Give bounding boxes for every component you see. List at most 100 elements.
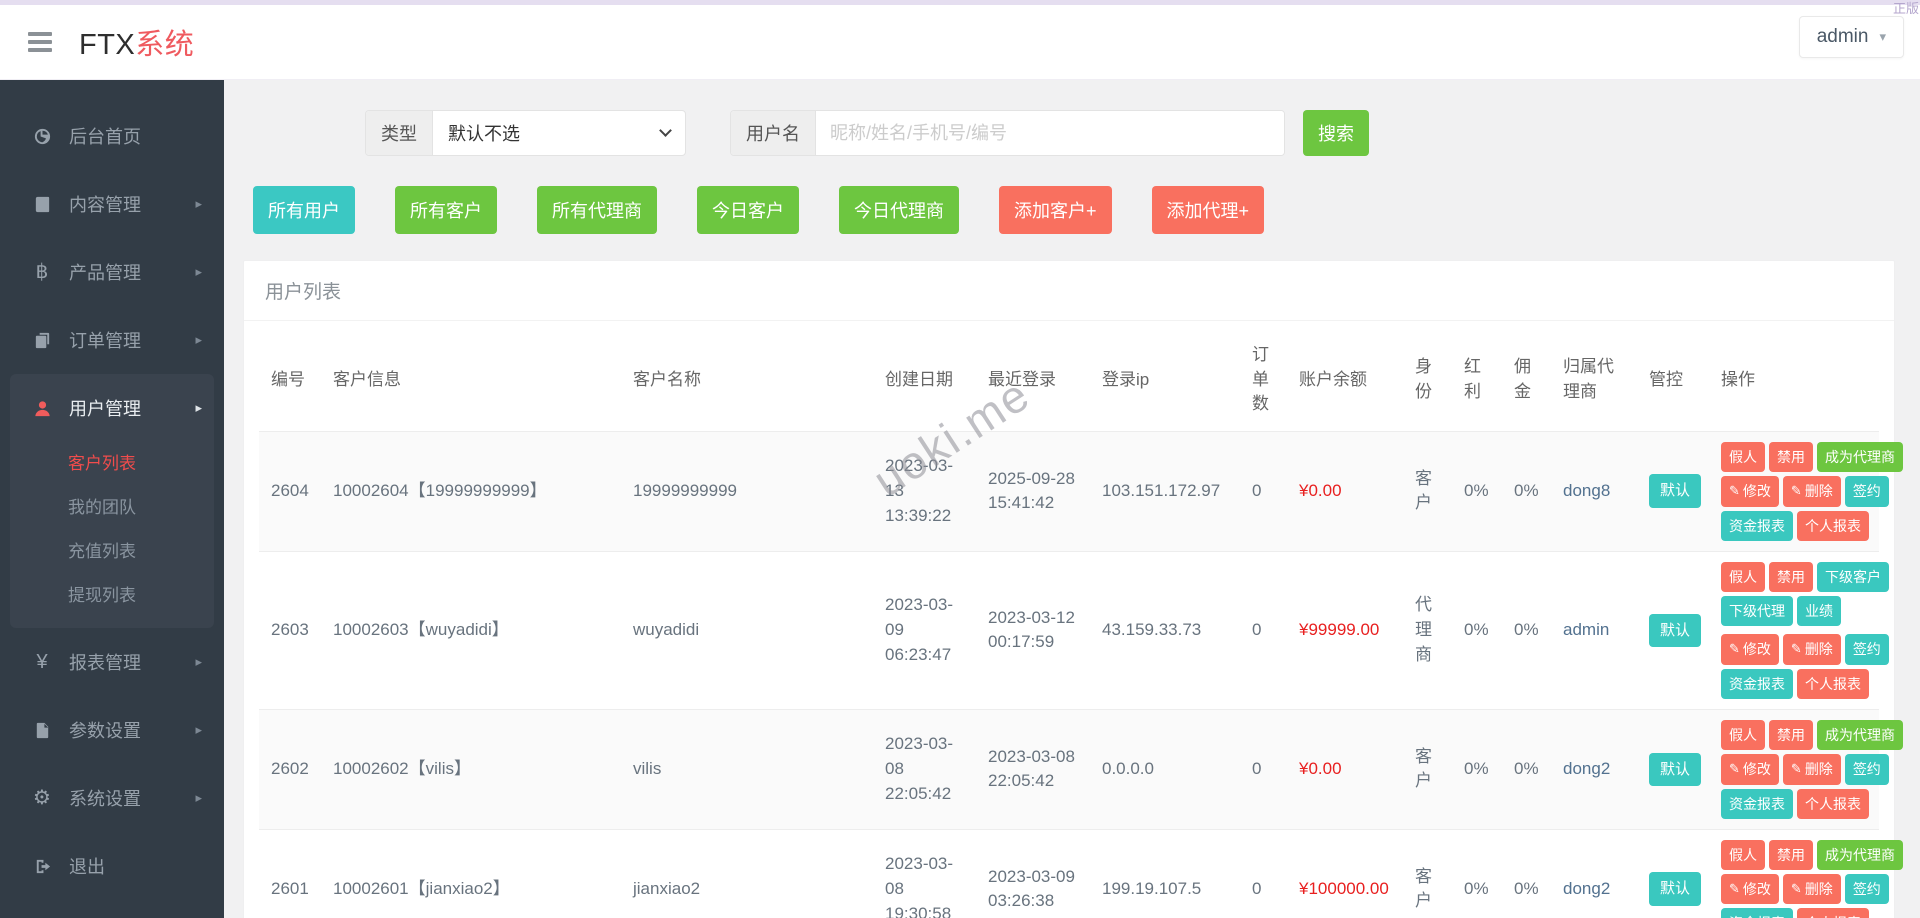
quick-action-button[interactable]: 所有代理商 [537, 186, 657, 234]
user-menu-button[interactable]: admin ▾ [1798, 16, 1904, 58]
op-button[interactable]: ✎ 删除 [1782, 874, 1841, 905]
quick-action-button[interactable]: 添加客户+ [999, 186, 1112, 234]
op-button[interactable]: ✎ 删除 [1782, 634, 1841, 665]
op-button[interactable]: 签约 [1844, 634, 1889, 665]
app-logo[interactable]: FTX系统 [79, 21, 194, 63]
sidebar-item-user-management[interactable]: 用户管理 ▸ [10, 374, 214, 442]
op-button[interactable]: ✎ 修改 [1721, 634, 1779, 665]
sidebar-subitem-my-team[interactable]: 我的团队 [10, 486, 214, 530]
op-button[interactable]: 个人报表 [1797, 668, 1869, 699]
op-button[interactable]: 成为代理商 [1817, 441, 1903, 473]
cell-control: 默认 [1637, 709, 1709, 830]
hamburger-menu-icon[interactable] [28, 28, 52, 56]
column-header: 编号 [259, 329, 321, 432]
op-button[interactable]: ✎ 删除 [1782, 476, 1841, 507]
type-select[interactable]: 默认不选 [433, 111, 685, 155]
pencil-icon: ✎ [1790, 761, 1802, 777]
op-button[interactable]: ✎ 修改 [1721, 476, 1779, 507]
op-button[interactable]: 假人 [1721, 839, 1765, 871]
op-button[interactable]: 资金报表 [1721, 908, 1793, 918]
op-button[interactable]: 禁用 [1769, 441, 1813, 473]
cell-control: 默认 [1637, 551, 1709, 711]
op-button[interactable]: 下级代理 [1721, 596, 1793, 627]
op-button[interactable]: 禁用 [1769, 839, 1813, 871]
sidebar-item-product[interactable]: ฿ 产品管理 ▸ [0, 238, 224, 306]
op-button[interactable]: 成为代理商 [1817, 839, 1903, 871]
pencil-icon: ✎ [1790, 641, 1802, 657]
op-button[interactable]: 业绩 [1797, 596, 1841, 627]
cell-created-date: 2023-03-09 06:23:47 [873, 551, 976, 711]
chevron-right-icon: ▸ [195, 196, 202, 211]
op-button[interactable]: 禁用 [1769, 561, 1813, 593]
op-button[interactable]: 假人 [1721, 441, 1765, 473]
control-default-button[interactable]: 默认 [1649, 752, 1702, 787]
cell-agent: dong2 [1551, 829, 1637, 918]
sidebar-item-dashboard[interactable]: 后台首页 [0, 102, 224, 170]
op-button[interactable]: 资金报表 [1721, 668, 1793, 699]
filter-bar: 类型 默认不选 用户名 搜索 [365, 110, 1920, 156]
quick-action-button[interactable]: 今日客户 [697, 186, 799, 234]
corner-watermark: 正版 [1892, 1, 1919, 16]
cell-dividend: 0% [1452, 709, 1502, 830]
quick-action-button[interactable]: 所有客户 [395, 186, 497, 234]
op-button[interactable]: 成为代理商 [1817, 720, 1903, 751]
sidebar-item-label: 内容管理 [69, 195, 141, 215]
op-button[interactable]: 个人报表 [1797, 788, 1869, 819]
cell-balance: ¥99999.00 [1287, 551, 1403, 711]
sidebar-subitem-withdraw-list[interactable]: 提现列表 [10, 574, 214, 618]
cell-operations: 假人 禁用 成为代理商 ✎ 修改 ✎ 删除 签约 [1709, 829, 1903, 918]
sidebar-item-content[interactable]: 内容管理 ▸ [0, 170, 224, 238]
sidebar-subitem-customer-list[interactable]: 客户列表 [10, 442, 214, 486]
op-button[interactable]: ✎ 修改 [1721, 874, 1779, 905]
sidebar-item-parameters[interactable]: 参数设置 ▸ [0, 696, 224, 764]
control-default-button[interactable]: 默认 [1649, 872, 1702, 907]
quick-action-button[interactable]: 今日代理商 [839, 186, 959, 234]
cell-operations: 假人 禁用 成为代理商 ✎ 修改 ✎ 删除 签约 [1709, 709, 1903, 830]
op-button[interactable]: 资金报表 [1721, 788, 1793, 819]
column-header: 账户余额 [1287, 329, 1403, 432]
op-button[interactable]: 个人报表 [1797, 908, 1869, 918]
sidebar-item-system-settings[interactable]: ⚙ 系统设置 ▸ [0, 764, 224, 832]
column-header: 管控 [1637, 329, 1709, 432]
sidebar-item-label: 产品管理 [69, 263, 141, 283]
op-button[interactable]: 签约 [1844, 476, 1889, 507]
op-button[interactable]: 签约 [1844, 754, 1889, 785]
cell-order-count: 0 [1240, 431, 1287, 552]
op-button[interactable]: 个人报表 [1797, 510, 1869, 541]
user-list-card: 用户列表 编号 客户信息 客户名称 创建日期 最近登录 登录ip 订单数 账户余… [243, 260, 1903, 918]
cell-commission: 0% [1502, 709, 1551, 830]
dashboard-icon [30, 126, 54, 146]
quick-actions-bar: 所有用户 所有客户 所有代理商 今日客户 今日代理商 添加客户+ 添加代理+ [253, 186, 1920, 234]
cell-customer-name: wuyadidi [621, 551, 873, 711]
sidebar-item-logout[interactable]: 退出 [0, 832, 224, 900]
column-header: 客户信息 [321, 329, 621, 432]
chevron-right-icon: ▸ [195, 400, 202, 415]
sidebar-item-report[interactable]: ¥ 报表管理 ▸ [0, 628, 224, 696]
op-button[interactable]: 签约 [1844, 874, 1889, 905]
sidebar-item-order[interactable]: 订单管理 ▸ [0, 306, 224, 374]
control-default-button[interactable]: 默认 [1649, 613, 1702, 648]
op-button[interactable]: ✎ 删除 [1782, 754, 1841, 785]
quick-action-button[interactable]: 所有用户 [253, 186, 355, 234]
sidebar-group-user-management: 用户管理 ▸ 客户列表 我的团队 充值列表 提现列表 [10, 374, 214, 628]
cell-control: 默认 [1637, 829, 1709, 918]
type-filter-group: 类型 默认不选 [365, 110, 686, 156]
user-menu-label: admin [1816, 26, 1869, 47]
quick-action-button[interactable]: 添加代理+ [1151, 186, 1265, 234]
cell-login-ip: 199.19.107.5 [1090, 829, 1240, 918]
op-button[interactable]: 资金报表 [1721, 510, 1793, 541]
op-button[interactable]: 假人 [1721, 561, 1765, 593]
app-header: FTX系统 admin ▾ [0, 5, 1920, 80]
user-icon [30, 398, 54, 418]
control-default-button[interactable]: 默认 [1649, 474, 1702, 509]
cell-created-date: 2023-03-08 22:05:42 [873, 709, 976, 830]
op-button[interactable]: 禁用 [1769, 720, 1813, 751]
op-button[interactable]: 假人 [1721, 720, 1765, 751]
op-button[interactable]: ✎ 修改 [1721, 754, 1779, 785]
search-button[interactable]: 搜索 [1303, 110, 1369, 156]
sidebar-subitem-recharge-list[interactable]: 充值列表 [10, 530, 214, 574]
type-select-value: 默认不选 [448, 124, 520, 144]
username-input[interactable] [816, 111, 1284, 155]
op-button[interactable]: 下级客户 [1817, 561, 1889, 593]
cell-order-count: 0 [1240, 829, 1287, 918]
